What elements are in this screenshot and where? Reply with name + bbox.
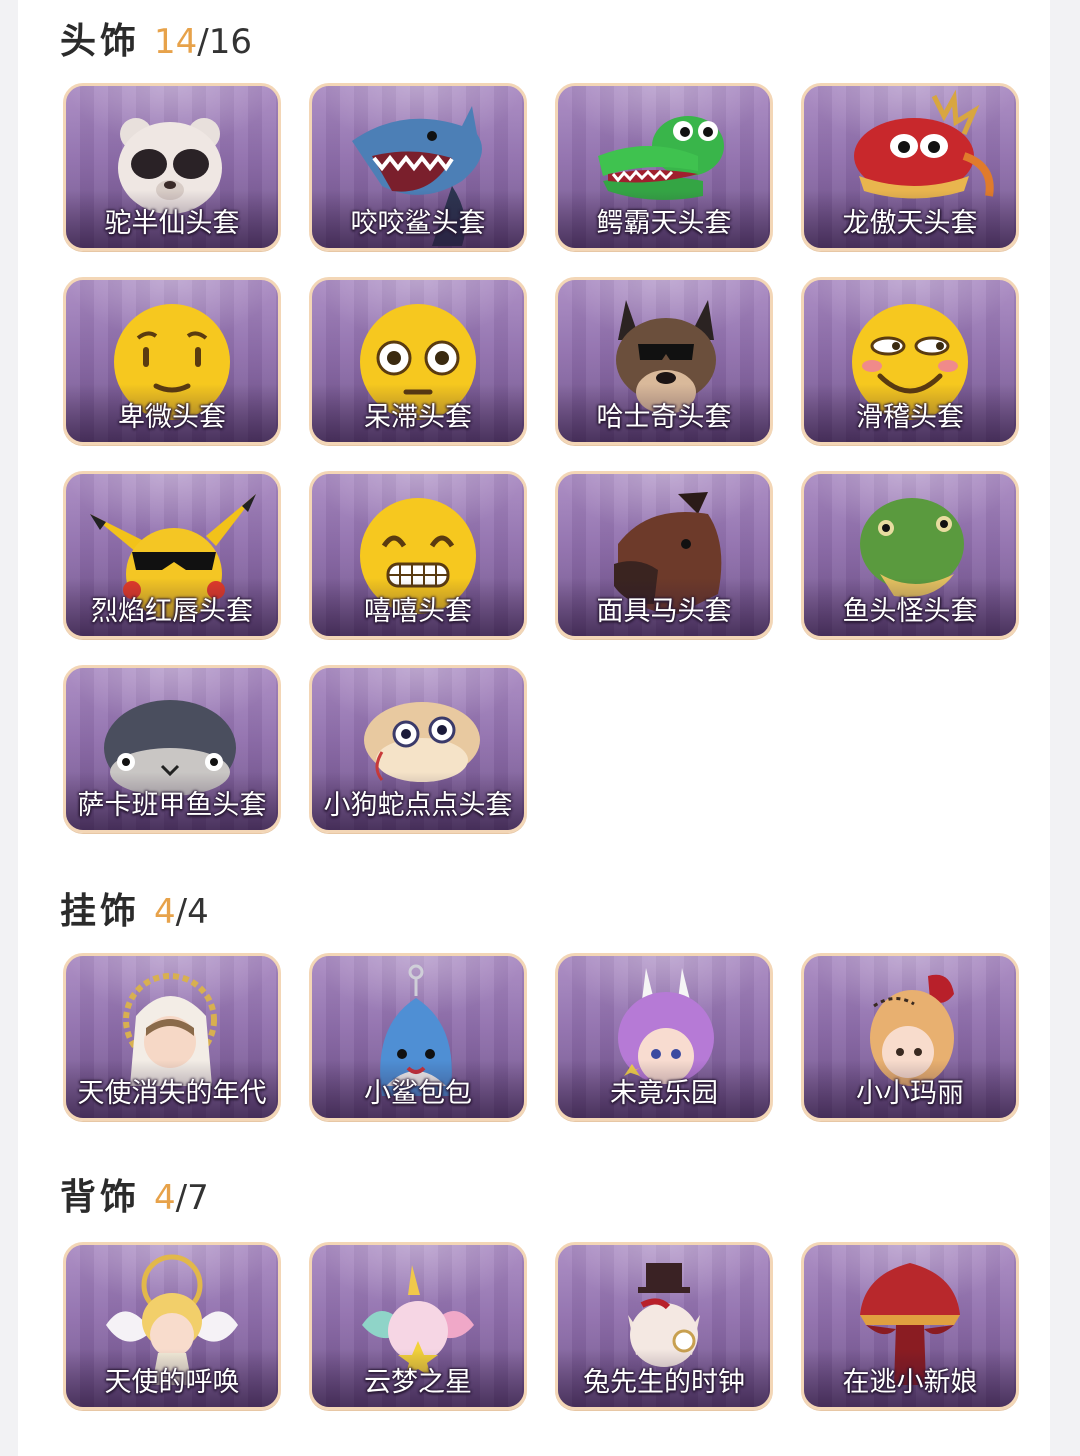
item-card[interactable]: 云梦之星 (309, 1242, 527, 1410)
hanging-grid: 天使消失的年代 小鲨包包 未竟乐园 小小玛丽 (63, 953, 1019, 1121)
item-card[interactable]: 滑稽头套 (801, 277, 1019, 445)
item-label: 小鲨包包 (364, 1078, 472, 1109)
item-card[interactable]: 萨卡班甲鱼头套 (63, 665, 281, 833)
item-label: 哈士奇头套 (596, 402, 732, 433)
item-label: 萨卡班甲鱼头套 (77, 790, 267, 821)
item-card[interactable]: 龙傲天头套 (801, 83, 1019, 251)
hanging-section-header: 挂饰 4/4 (60, 882, 209, 942)
item-card[interactable]: 面具马头套 (555, 471, 773, 639)
headwear-grid: 驼半仙头套 咬咬鲨头套 鳄霸天头套 龙傲天头套 卑微头套 呆滞头套 哈士奇头套 … (63, 83, 1019, 833)
item-card[interactable]: 天使的呼唤 (63, 1242, 281, 1410)
item-card[interactable]: 小狗蛇点点头套 (309, 665, 527, 833)
item-card[interactable]: 哈士奇头套 (555, 277, 773, 445)
owned-count: 4 (154, 892, 176, 932)
item-label: 咬咬鲨头套 (350, 208, 486, 239)
item-card[interactable]: 天使消失的年代 (63, 953, 281, 1121)
item-card[interactable]: 嘻嘻头套 (309, 471, 527, 639)
item-card[interactable]: 鳄霸天头套 (555, 83, 773, 251)
back-section-header: 背饰 4/7 (60, 1168, 209, 1228)
owned-count: 4 (154, 1178, 176, 1218)
collection-count: 4/4 (154, 892, 209, 932)
item-label: 呆滞头套 (364, 402, 472, 433)
item-label: 小小玛丽 (856, 1078, 964, 1109)
count-separator: / (197, 22, 209, 62)
item-label: 小狗蛇点点头套 (323, 790, 513, 821)
section-title: 背饰 (60, 1177, 141, 1218)
item-label: 嘻嘻头套 (364, 596, 472, 627)
total-count: 7 (187, 1178, 209, 1218)
item-label: 滑稽头套 (856, 402, 964, 433)
item-label: 面具马头套 (596, 596, 732, 627)
item-label: 兔先生的时钟 (583, 1367, 745, 1398)
item-label: 天使消失的年代 (77, 1078, 267, 1109)
item-card[interactable]: 驼半仙头套 (63, 83, 281, 251)
item-card[interactable]: 小小玛丽 (801, 953, 1019, 1121)
total-count: 16 (208, 22, 253, 62)
back-grid: 天使的呼唤 云梦之星 兔先生的时钟 在逃小新娘 (63, 1242, 1019, 1410)
item-label: 烈焰红唇头套 (91, 596, 253, 627)
headwear-section-header: 头饰 14/16 (60, 12, 252, 72)
item-label: 天使的呼唤 (104, 1367, 240, 1398)
item-card[interactable]: 鱼头怪头套 (801, 471, 1019, 639)
item-label: 卑微头套 (118, 402, 226, 433)
section-title: 挂饰 (60, 891, 141, 932)
item-label: 未竟乐园 (610, 1078, 718, 1109)
item-card[interactable]: 小鲨包包 (309, 953, 527, 1121)
item-card[interactable]: 未竟乐园 (555, 953, 773, 1121)
item-card[interactable]: 在逃小新娘 (801, 1242, 1019, 1410)
item-label: 鱼头怪头套 (842, 596, 978, 627)
count-separator: / (175, 1178, 188, 1218)
item-label: 云梦之星 (364, 1367, 472, 1398)
collection-count: 4/7 (154, 1178, 209, 1218)
count-separator: / (175, 892, 188, 932)
collection-count: 14/16 (154, 22, 252, 62)
item-label: 鳄霸天头套 (596, 208, 732, 239)
item-label: 在逃小新娘 (842, 1367, 978, 1398)
item-card[interactable]: 卑微头套 (63, 277, 281, 445)
section-title: 头饰 (60, 21, 141, 62)
item-card[interactable]: 呆滞头套 (309, 277, 527, 445)
item-card[interactable]: 烈焰红唇头套 (63, 471, 281, 639)
item-card[interactable]: 咬咬鲨头套 (309, 83, 527, 251)
total-count: 4 (187, 892, 209, 932)
item-card[interactable]: 兔先生的时钟 (555, 1242, 773, 1410)
item-label: 驼半仙头套 (104, 208, 240, 239)
owned-count: 14 (154, 22, 198, 62)
item-label: 龙傲天头套 (842, 208, 978, 239)
